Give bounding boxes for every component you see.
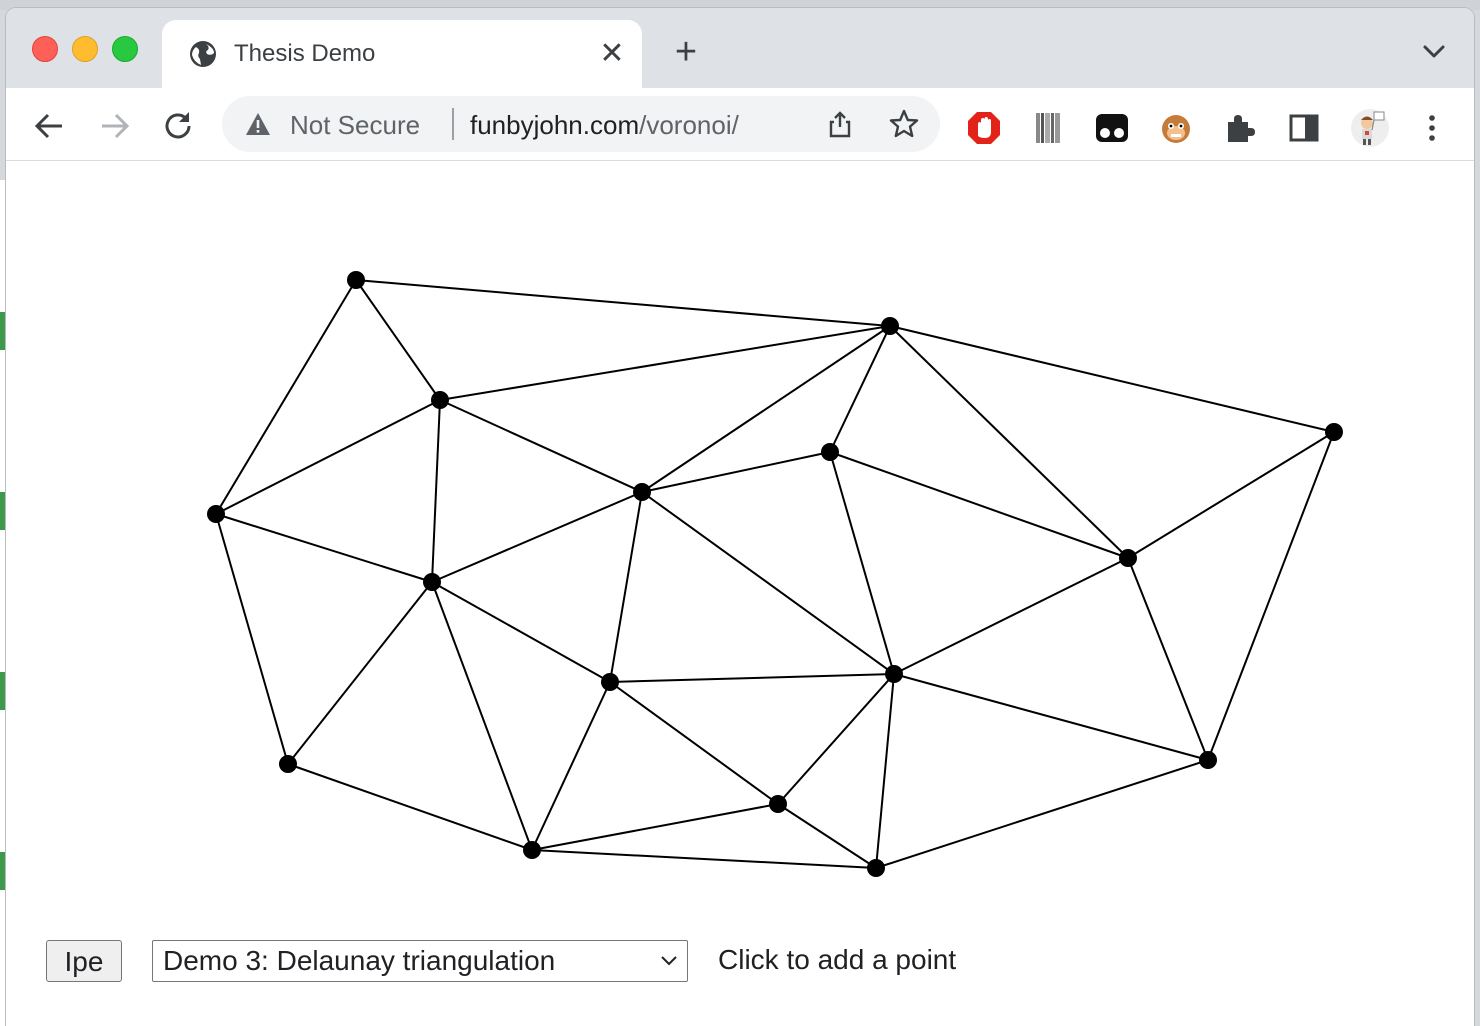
page-content: Ipe Demo 3: Delaunay triangulation Click… bbox=[6, 161, 1474, 1026]
profile-avatar-icon[interactable] bbox=[1350, 108, 1390, 148]
triangulation-point[interactable] bbox=[633, 483, 651, 501]
triangulation-edge bbox=[287, 763, 533, 851]
more-menu-icon[interactable] bbox=[1414, 110, 1450, 146]
tampermonkey-icon[interactable] bbox=[1094, 110, 1130, 146]
warning-triangle-icon[interactable] bbox=[244, 110, 272, 138]
triangulation-point[interactable] bbox=[821, 443, 839, 461]
extensions-puzzle-icon[interactable] bbox=[1222, 110, 1258, 146]
triangulation-edge bbox=[1127, 557, 1209, 761]
window-close-button[interactable] bbox=[32, 36, 58, 62]
triangulation-point[interactable] bbox=[885, 665, 903, 683]
triangulation-point[interactable] bbox=[867, 859, 885, 877]
triangulation-points bbox=[207, 271, 1343, 877]
browser-window: Thesis Demo ✕ + Not Secure funbyjohn.com… bbox=[6, 8, 1474, 1026]
triangulation-point[interactable] bbox=[347, 271, 365, 289]
new-tab-button[interactable]: + bbox=[666, 32, 706, 72]
window-maximize-button[interactable] bbox=[112, 36, 138, 62]
triangulation-edge bbox=[1207, 431, 1335, 761]
reload-icon[interactable] bbox=[158, 106, 198, 146]
bookmark-star-icon[interactable] bbox=[888, 108, 920, 140]
triangulation-point[interactable] bbox=[769, 795, 787, 813]
triangulation-edge bbox=[287, 581, 433, 765]
url-field[interactable]: funbyjohn.com/voronoi/ bbox=[470, 110, 739, 141]
triangulation-edge bbox=[431, 491, 643, 583]
triangulation-point[interactable] bbox=[431, 391, 449, 409]
triangulation-edge bbox=[777, 673, 895, 805]
triangulation-edge bbox=[531, 803, 779, 851]
triangulation-point[interactable] bbox=[207, 505, 225, 523]
tab-strip: Thesis Demo ✕ + bbox=[6, 8, 1474, 88]
triangulation-point[interactable] bbox=[523, 841, 541, 859]
triangulation-edge bbox=[431, 399, 441, 583]
triangulation-point[interactable] bbox=[423, 573, 441, 591]
chevron-down-icon bbox=[661, 956, 677, 966]
share-icon[interactable] bbox=[824, 108, 856, 140]
triangulation-edge bbox=[609, 681, 779, 805]
forward-arrow-icon[interactable] bbox=[94, 106, 134, 146]
triangulation-edge bbox=[431, 581, 533, 851]
url-path: /voronoi/ bbox=[639, 110, 739, 140]
ipe-button[interactable]: Ipe bbox=[46, 940, 122, 982]
triangulation-edge bbox=[829, 451, 895, 675]
tab-thesis-demo[interactable]: Thesis Demo ✕ bbox=[162, 20, 642, 88]
triangulation-point[interactable] bbox=[279, 755, 297, 773]
triangulation-edge bbox=[893, 673, 1209, 761]
tab-title: Thesis Demo bbox=[234, 40, 376, 67]
browser-toolbar: Not Secure funbyjohn.com/voronoi/ bbox=[6, 88, 1474, 161]
triangulation-edge bbox=[875, 673, 895, 869]
triangulation-point[interactable] bbox=[1199, 751, 1217, 769]
triangulation-edge bbox=[893, 557, 1129, 675]
demo-controls: Ipe Demo 3: Delaunay triangulation Click… bbox=[46, 938, 1446, 988]
triangulation-edge bbox=[531, 849, 877, 869]
globe-icon bbox=[190, 41, 216, 67]
triangulation-edge bbox=[355, 279, 891, 327]
monkey-extension-icon[interactable] bbox=[1158, 110, 1194, 146]
triangulation-edge bbox=[889, 325, 1335, 433]
security-status[interactable]: Not Secure bbox=[290, 110, 420, 141]
triangulation-edge bbox=[641, 325, 891, 493]
triangulation-point[interactable] bbox=[1119, 549, 1137, 567]
side-panel-icon[interactable] bbox=[1286, 110, 1322, 146]
omnibox-divider bbox=[452, 108, 454, 140]
triangulation-edge bbox=[1127, 431, 1335, 559]
triangulation-point[interactable] bbox=[601, 673, 619, 691]
triangulation-edge bbox=[215, 513, 433, 583]
triangulation-point[interactable] bbox=[881, 317, 899, 335]
url-host: funbyjohn.com bbox=[470, 110, 640, 140]
triangulation-edge bbox=[355, 279, 441, 401]
triangulation-edge bbox=[641, 491, 895, 675]
hint-text: Click to add a point bbox=[718, 944, 957, 975]
triangulation-edge bbox=[889, 325, 1129, 559]
triangulation-edge bbox=[439, 399, 643, 493]
triangulation-edge bbox=[609, 491, 643, 683]
barcode-extension-icon[interactable] bbox=[1030, 110, 1066, 146]
triangulation-edges bbox=[215, 279, 1335, 869]
tab-close-icon[interactable]: ✕ bbox=[596, 38, 628, 70]
back-arrow-icon[interactable] bbox=[30, 106, 70, 146]
triangulation-edge bbox=[439, 325, 891, 401]
window-minimize-button[interactable] bbox=[72, 36, 98, 62]
triangulation-edge bbox=[531, 681, 611, 851]
triangulation-edge bbox=[829, 451, 1129, 559]
adblock-icon[interactable] bbox=[966, 110, 1002, 146]
address-bar[interactable]: Not Secure funbyjohn.com/voronoi/ bbox=[222, 96, 940, 152]
delaunay-canvas[interactable] bbox=[6, 161, 1474, 921]
triangulation-edge bbox=[875, 759, 1209, 869]
triangulation-point[interactable] bbox=[1325, 423, 1343, 441]
demo-select[interactable]: Demo 3: Delaunay triangulation bbox=[152, 940, 688, 982]
triangulation-edge bbox=[777, 803, 877, 869]
demo-select-value: Demo 3: Delaunay triangulation bbox=[163, 945, 556, 976]
chevron-down-icon[interactable] bbox=[1416, 34, 1452, 70]
triangulation-edge bbox=[431, 581, 611, 683]
triangulation-edge bbox=[609, 673, 895, 683]
triangulation-edge bbox=[215, 513, 289, 765]
